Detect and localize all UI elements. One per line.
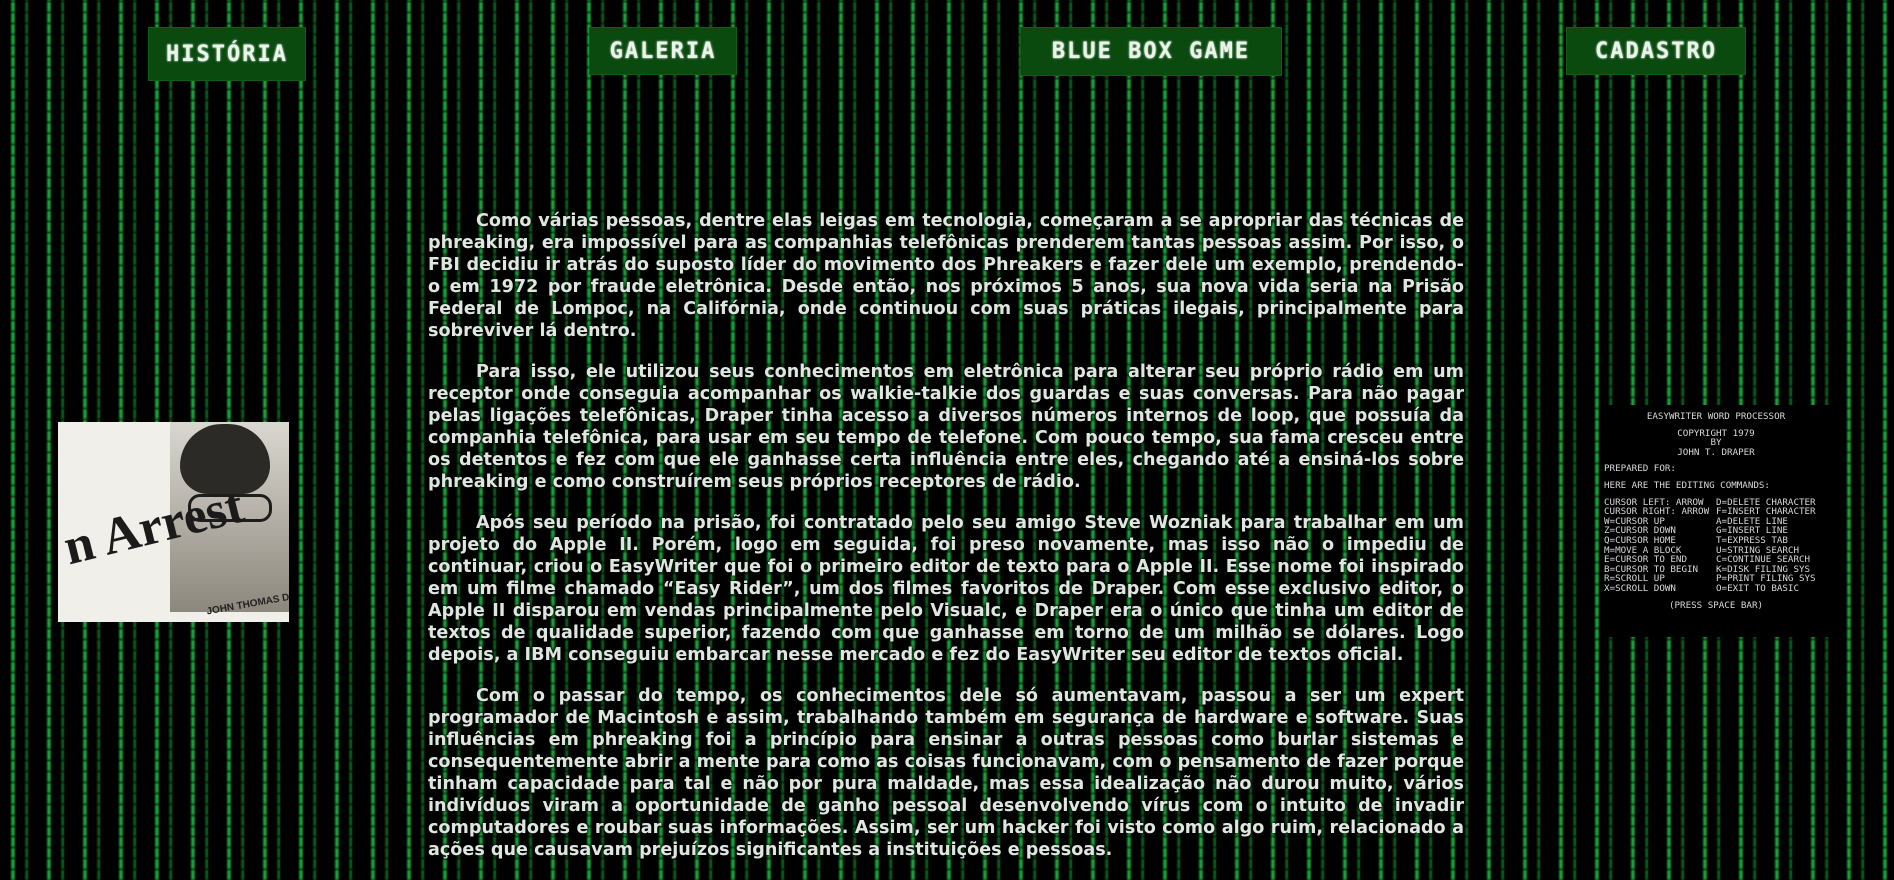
nav-cadastro-button[interactable]: Cadastro xyxy=(1566,27,1746,75)
terminal-press-space: (PRESS SPACE BAR) xyxy=(1668,599,1764,611)
nav-historia-button[interactable]: História xyxy=(148,27,306,81)
terminal-editing-header: HERE ARE THE EDITING COMMANDS: xyxy=(1604,479,1770,491)
article-content: Como várias pessoas, dentre elas leigas … xyxy=(428,210,1464,880)
terminal-prepared: PREPARED FOR: xyxy=(1604,463,1676,475)
article-paragraph: Após seu período na prisão, foi contrata… xyxy=(428,513,1464,665)
terminal-author: JOHN T. DRAPER xyxy=(1677,446,1755,458)
article-paragraph: Como várias pessoas, dentre elas leigas … xyxy=(428,211,1464,341)
terminal-title: EASYWRITER WORD PROCESSOR xyxy=(1646,411,1786,422)
nav-galeria-button[interactable]: Galeria xyxy=(589,27,737,75)
draper-arrest-photo: n Arrest JOHN THOMAS DRA xyxy=(58,422,289,622)
article-paragraph: Para isso, ele utilizou seus conheciment… xyxy=(428,362,1464,492)
easywriter-screenshot: EASYWRITER WORD PROCESSOR COPYRIGHT 1979… xyxy=(1600,405,1832,637)
nav-blue-box-game-button[interactable]: Blue Box Game xyxy=(1020,27,1282,76)
terminal-command-row: X=SCROLL DOWN O=EXIT TO BASIC xyxy=(1604,582,1799,594)
